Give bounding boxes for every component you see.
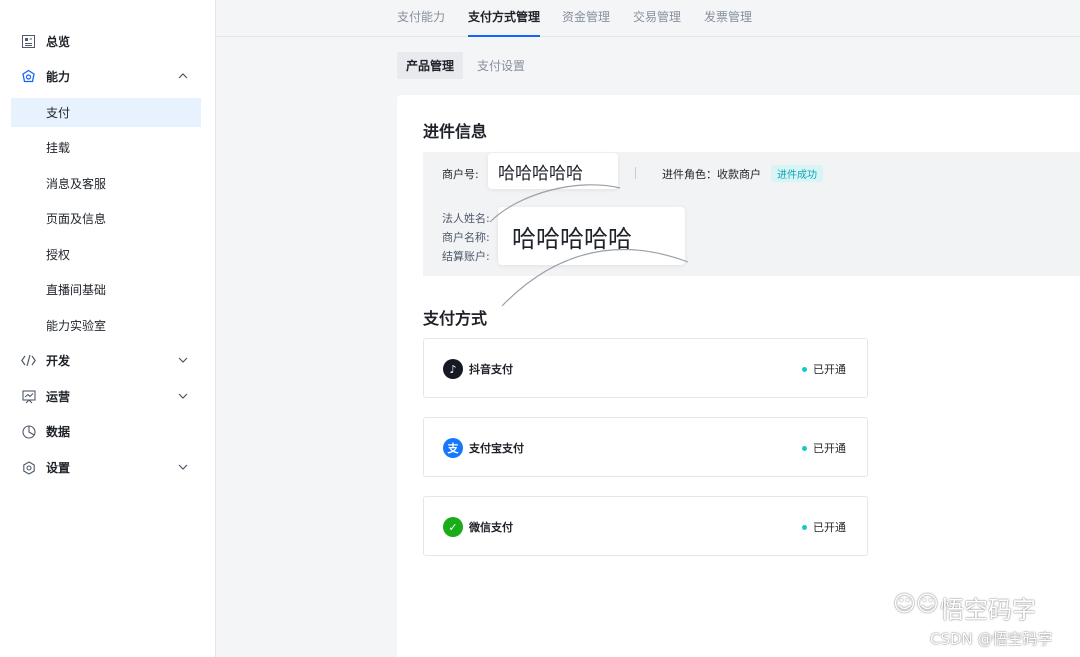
- sidebar-subitem-label: 消息及客服: [46, 177, 107, 191]
- sidebar-item-label: 总览: [46, 35, 71, 49]
- sidebar-subitem-mount[interactable]: 挂载: [11, 133, 201, 162]
- merchant-name-value: 哈哈哈哈哈: [498, 207, 685, 265]
- tab-payment-capability[interactable]: 支付能力: [397, 8, 445, 37]
- payment-method-status: 已开通: [802, 361, 846, 377]
- sidebar-subitem-label: 页面及信息: [46, 212, 107, 226]
- status-text: 已开通: [813, 363, 846, 376]
- sidebar-item-data[interactable]: 数据: [11, 417, 201, 446]
- tab-product-management[interactable]: 产品管理: [397, 52, 464, 79]
- payment-method-card[interactable]: ✓ 微信支付 已开通: [423, 496, 868, 556]
- payment-method-status: 已开通: [802, 519, 846, 535]
- sidebar-subitem-label: 挂载: [46, 141, 71, 155]
- watermark-brand: 悟空码字: [940, 596, 1036, 624]
- sidebar-subitem-messages[interactable]: 消息及客服: [11, 169, 201, 198]
- chevron-up-icon: [178, 73, 188, 79]
- sidebar-subitem-payment[interactable]: 支付: [11, 98, 201, 127]
- status-text: 已开通: [813, 521, 846, 534]
- tab-payment-method-management[interactable]: 支付方式管理: [468, 8, 541, 37]
- tab-invoice-management[interactable]: 发票管理: [704, 8, 752, 37]
- sidebar-subitem-lab[interactable]: 能力实验室: [11, 311, 201, 340]
- sidebar-subitem-live[interactable]: 直播间基础: [11, 275, 201, 304]
- settings-icon: [21, 460, 36, 475]
- tab-fund-management[interactable]: 资金管理: [562, 8, 610, 37]
- payment-method-name: 支付宝支付: [469, 442, 524, 455]
- capability-icon: [21, 69, 36, 84]
- dashboard-icon: [21, 34, 36, 49]
- tab-payment-settings[interactable]: 支付设置: [468, 52, 534, 79]
- sidebar-item-capability[interactable]: 能力: [11, 62, 201, 91]
- data-icon: [21, 424, 36, 439]
- status-dot: [802, 445, 807, 451]
- chevron-down-icon: [178, 464, 188, 470]
- sidebar-item-label: 设置: [46, 461, 71, 475]
- operations-icon: [21, 389, 36, 404]
- status-dot: [802, 366, 807, 372]
- chevron-down-icon: [178, 393, 188, 399]
- legal-name-label: 法人姓名:: [442, 212, 490, 225]
- douyin-icon: ♪: [443, 359, 463, 379]
- payment-method-card[interactable]: ♪ 抖音支付 已开通: [423, 338, 868, 398]
- payment-method-name: 微信支付: [469, 521, 513, 534]
- chevron-down-icon: [178, 357, 188, 363]
- sidebar-item-label: 能力: [46, 70, 71, 84]
- sidebar-item-overview[interactable]: 总览: [11, 27, 201, 56]
- payment-methods-title: 支付方式: [423, 309, 488, 328]
- sidebar-subitem-label: 授权: [46, 248, 71, 262]
- tab-transaction-management[interactable]: 交易管理: [633, 8, 681, 37]
- sidebar-subitem-label: 直播间基础: [46, 283, 107, 297]
- status-dot: [802, 524, 807, 530]
- sidebar-subitem-pages[interactable]: 页面及信息: [11, 204, 201, 233]
- sidebar-subitem-label: 支付: [46, 106, 71, 120]
- alipay-icon: 支: [443, 438, 463, 458]
- status-text: 已开通: [813, 442, 846, 455]
- payment-method-card[interactable]: 支 支付宝支付 已开通: [423, 417, 868, 477]
- sidebar-item-develop[interactable]: 开发: [11, 346, 201, 375]
- merchant-name-label: 商户名称:: [442, 231, 490, 244]
- onboarding-info-title: 进件信息: [423, 122, 488, 141]
- wechat-pay-icon: ✓: [443, 517, 463, 537]
- sidebar-item-settings[interactable]: 设置: [11, 453, 201, 482]
- sidebar: 总览 能力 支付 挂载 消息及客服 页面及信息 授权 直播间基础 能力实验室 开…: [0, 0, 216, 657]
- sidebar-subitem-auth[interactable]: 授权: [11, 240, 201, 269]
- code-icon: [21, 353, 36, 368]
- sidebar-subitem-label: 能力实验室: [46, 319, 107, 333]
- watermark-icon: ☺☺: [893, 592, 939, 617]
- sidebar-item-operations[interactable]: 运营: [11, 382, 201, 411]
- payment-method-name: 抖音支付: [469, 363, 513, 376]
- sidebar-item-label: 开发: [46, 354, 71, 368]
- divider: [635, 167, 636, 179]
- status-badge: 进件成功: [771, 165, 823, 182]
- merchant-no-label: 商户号:: [442, 168, 479, 181]
- sidebar-item-label: 数据: [46, 425, 71, 439]
- top-tab-bar: 支付能力 支付方式管理 资金管理 交易管理 发票管理: [216, 0, 1080, 37]
- settlement-account-label: 结算账户:: [442, 250, 490, 263]
- merchant-no-value: 哈哈哈哈哈: [488, 153, 618, 189]
- onboarding-role: 进件角色：收款商户: [662, 168, 761, 181]
- payment-method-status: 已开通: [802, 440, 846, 456]
- sidebar-item-label: 运营: [46, 390, 71, 404]
- watermark-source: CSDN @悟空码字: [930, 630, 1053, 648]
